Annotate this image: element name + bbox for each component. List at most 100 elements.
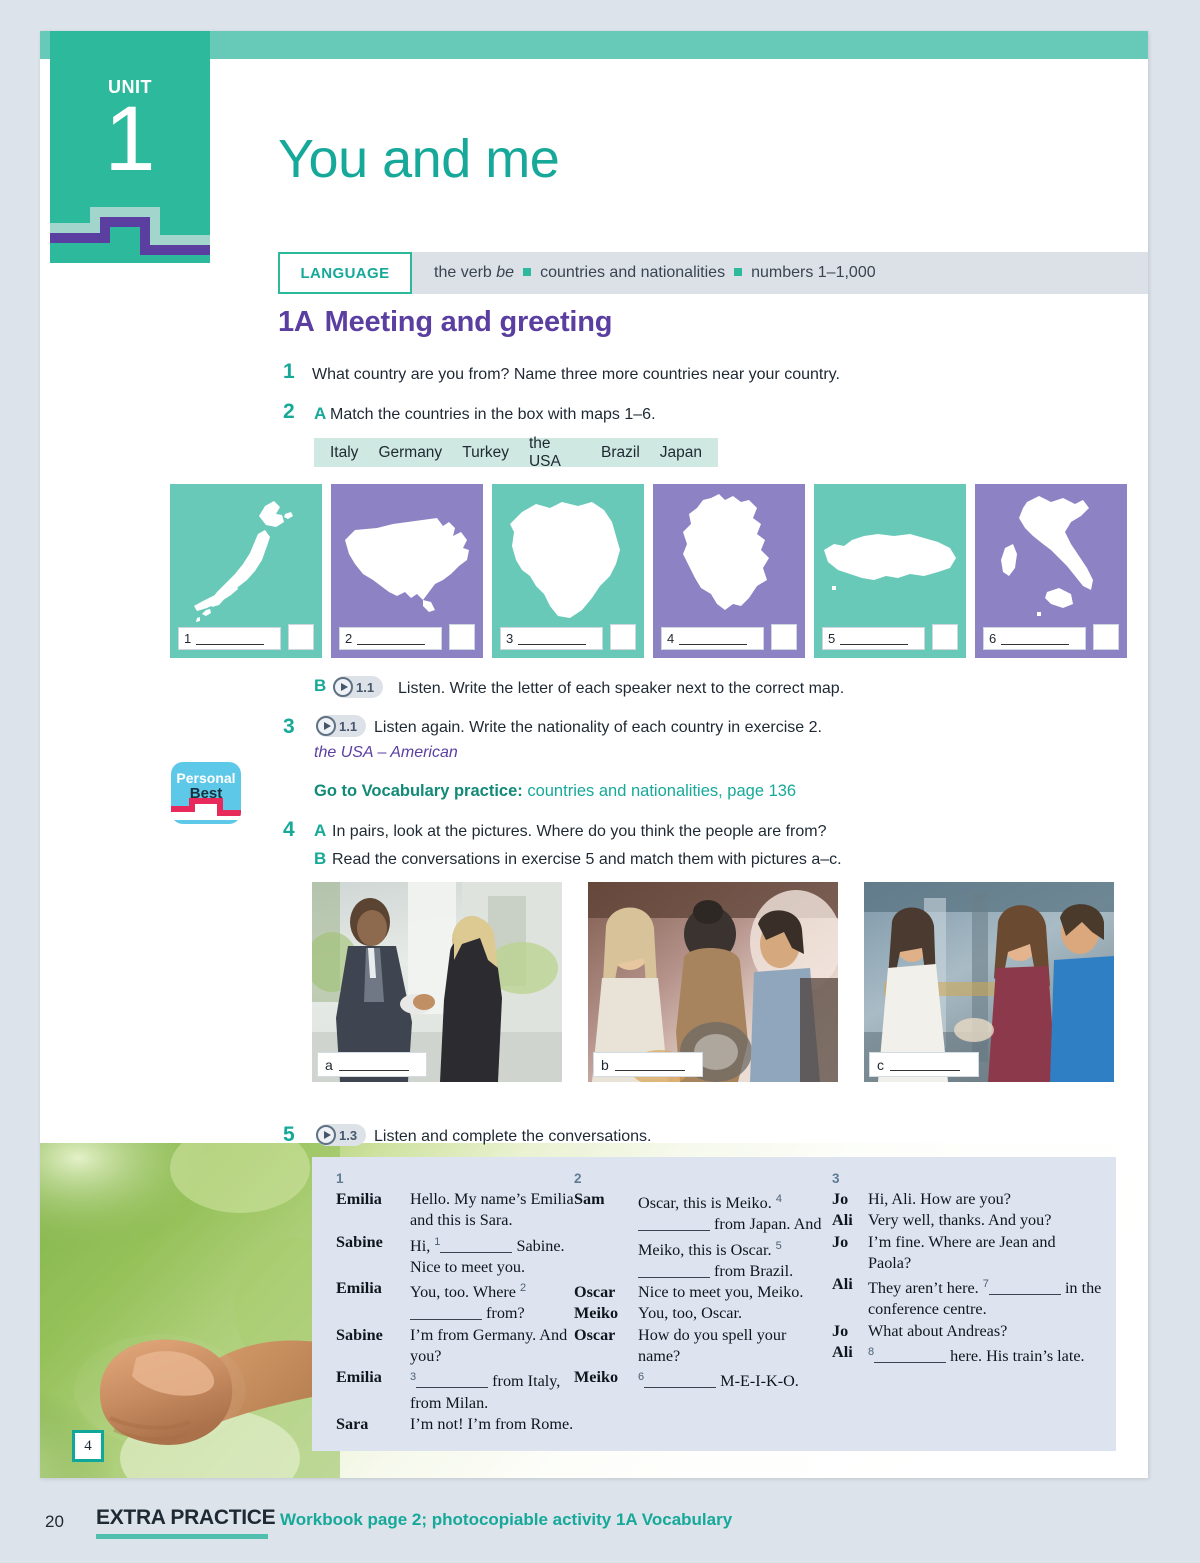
utterance-text: I’m from Germany. And you?: [410, 1325, 568, 1366]
map-letter-box-6[interactable]: [1093, 624, 1119, 650]
language-item-numbers: numbers 1–1,000: [751, 264, 876, 281]
speaker-name: Ali: [832, 1211, 853, 1230]
brazil-map-icon: [510, 502, 620, 618]
conversation-1: 1 Emilia Hello. My name’s Emilia and this…: [312, 1157, 574, 1451]
utterance-text: I’m not! I’m from Rome.: [410, 1414, 574, 1433]
section-heading: 1A Meeting and greeting: [278, 306, 613, 339]
utterance-text: Very well, thanks. And you?: [868, 1211, 1052, 1230]
conversation-3-number: 3: [832, 1171, 840, 1186]
map-letter-box-2[interactable]: [449, 624, 475, 650]
play-icon: [333, 677, 353, 697]
gap-blank[interactable]: [416, 1374, 489, 1389]
map-letter-box-3[interactable]: [610, 624, 636, 650]
map-card-germany: 4: [653, 484, 805, 658]
audio-track-1-1-b[interactable]: 1.1: [333, 676, 384, 698]
conversation-line: Jo Hi, Ali. How are you?: [832, 1189, 1102, 1210]
language-bar: LANGUAGE the verb be countries and natio…: [278, 252, 1148, 294]
speaker-name: Emilia: [336, 1368, 382, 1387]
audio-track-number: 1.1: [356, 679, 375, 695]
page-footer: 20 EXTRA PRACTICE Workbook page 2; photo…: [0, 1500, 1200, 1550]
conversations-panel: 1 Emilia Hello. My name’s Emilia and this…: [312, 1157, 1116, 1451]
utterance-text: You, too, Oscar.: [638, 1304, 743, 1323]
speaker-name: Meiko: [574, 1304, 619, 1323]
section-code: 1A: [278, 306, 315, 338]
utterance-text: Hi, Ali. How are you?: [868, 1190, 1011, 1208]
speaker-name: Jo: [832, 1232, 849, 1251]
gap-blank[interactable]: [410, 1306, 482, 1321]
conversation-line: Sam Oscar, this is Meiko. 4 from Japan. A…: [574, 1189, 832, 1282]
conversation-line: Jo What about Andreas?: [832, 1321, 1102, 1342]
page-title: You and me: [278, 129, 560, 189]
exercise-5-text: Listen and complete the conversations.: [374, 1128, 652, 1145]
speaker-name: Sabine: [336, 1325, 383, 1344]
exercise-2-number: 2: [283, 400, 295, 423]
gap-blank[interactable]: [440, 1239, 513, 1253]
picture-a: a: [312, 882, 562, 1082]
picture-row: a b c: [312, 882, 1114, 1082]
map-answer-line-1[interactable]: 1: [178, 627, 281, 650]
picture-a-answer[interactable]: a: [317, 1052, 427, 1077]
conversation-line: Meiko You, too, Oscar.: [574, 1303, 832, 1324]
vocab-link-bold: Go to Vocabulary practice:: [314, 782, 523, 800]
audio-track-1-3[interactable]: 1.3: [316, 1124, 367, 1146]
map-letter-box-4[interactable]: [771, 624, 797, 650]
vocabulary-practice-link[interactable]: Go to Vocabulary practice: countries and…: [314, 782, 796, 801]
gap-blank[interactable]: [988, 1281, 1061, 1296]
speaker-name: Sabine: [336, 1232, 383, 1251]
speaker-name: Jo: [832, 1190, 849, 1208]
conversation-line: Emilia 3 from Italy, from Milan.: [336, 1367, 574, 1414]
blank-underline: [196, 632, 265, 645]
audio-track-1-1-c[interactable]: 1.1: [316, 715, 367, 737]
speaker-name: Sam: [574, 1190, 605, 1208]
exercise-4b-letter: B: [314, 849, 327, 868]
gap-number: 2: [520, 1282, 527, 1295]
speaker-name: Jo: [832, 1321, 849, 1340]
language-items: the verb be countries and nationalities …: [434, 252, 876, 294]
map-answer-line-2[interactable]: 2: [339, 627, 442, 650]
country-word-box: Italy Germany Turkey the USA Brazil Japa…: [314, 435, 718, 470]
speaker-name: Ali: [832, 1275, 853, 1294]
exercise-3-example: the USA – American: [314, 744, 458, 761]
gap-blank[interactable]: [874, 1349, 947, 1364]
map-answer-line-6[interactable]: 6: [983, 627, 1086, 650]
picture-c-answer[interactable]: c: [869, 1052, 979, 1077]
exercise-2a-letter: A: [314, 404, 327, 423]
utterance-text: Hi, 1 Sabine. Nice to meet you.: [410, 1235, 565, 1276]
exercise-4a-text: In pairs, look at the pictures. Where do…: [332, 823, 827, 840]
map-letter-box-5[interactable]: [932, 624, 958, 650]
wordbox-italy: Italy: [330, 443, 359, 461]
textbook-page: 4 UNIT 1 You and me LANGUAGE the verb be…: [40, 31, 1148, 1478]
utterance-text: I’m fine. Where are Jean and Paola?: [868, 1232, 1056, 1272]
conversation-line: Jo I’m fine. Where are Jean and Paola?: [832, 1232, 1102, 1275]
gap-blank[interactable]: [638, 1217, 710, 1232]
exercise-3-text: Listen again. Write the nationality of e…: [374, 719, 822, 736]
blank-underline: [518, 632, 587, 645]
map-answer-line-4[interactable]: 4: [661, 627, 764, 650]
exercise-4a-letter: A: [314, 821, 327, 840]
language-item-verb: the verb be: [434, 264, 515, 281]
utterance-text: Oscar, this is Meiko. 4 from Japan. And …: [638, 1193, 822, 1280]
conversation-3: 3 Jo Hi, Ali. How are you? Ali Very well, t…: [832, 1157, 1102, 1451]
picture-c: c: [864, 882, 1114, 1082]
map-answer-line-5[interactable]: 5: [822, 627, 925, 650]
gap-blank[interactable]: [644, 1374, 717, 1389]
map-card-japan: 1: [170, 484, 322, 658]
picture-b: b: [588, 882, 838, 1082]
map-letter-box-1[interactable]: [288, 624, 314, 650]
exercise-2a-text: Match the countries in the box with maps…: [330, 406, 656, 423]
step-pattern-icon: [50, 183, 210, 263]
speaker-name: Emilia: [336, 1190, 382, 1208]
utterance-text: You, too. Where 2 from?: [410, 1282, 527, 1323]
speaker-name: Sara: [336, 1414, 369, 1433]
turkey-map-icon: [824, 534, 956, 590]
utterance-text: 8 here. His train’s late.: [868, 1346, 1085, 1366]
map-card-italy: 6: [975, 484, 1127, 658]
utterance-text: Nice to meet you, Meiko.: [638, 1283, 804, 1302]
utterance-text: How do you spell your name?: [638, 1325, 787, 1366]
footer-extra-practice-text: Workbook page 2; photocopiable activity …: [280, 1510, 733, 1529]
map-answer-line-3[interactable]: 3: [500, 627, 603, 650]
conversation-line: Oscar Nice to meet you, Meiko.: [574, 1282, 832, 1303]
gap-blank[interactable]: [638, 1264, 710, 1278]
footer-underline: [96, 1534, 268, 1539]
picture-b-answer[interactable]: b: [593, 1052, 703, 1077]
